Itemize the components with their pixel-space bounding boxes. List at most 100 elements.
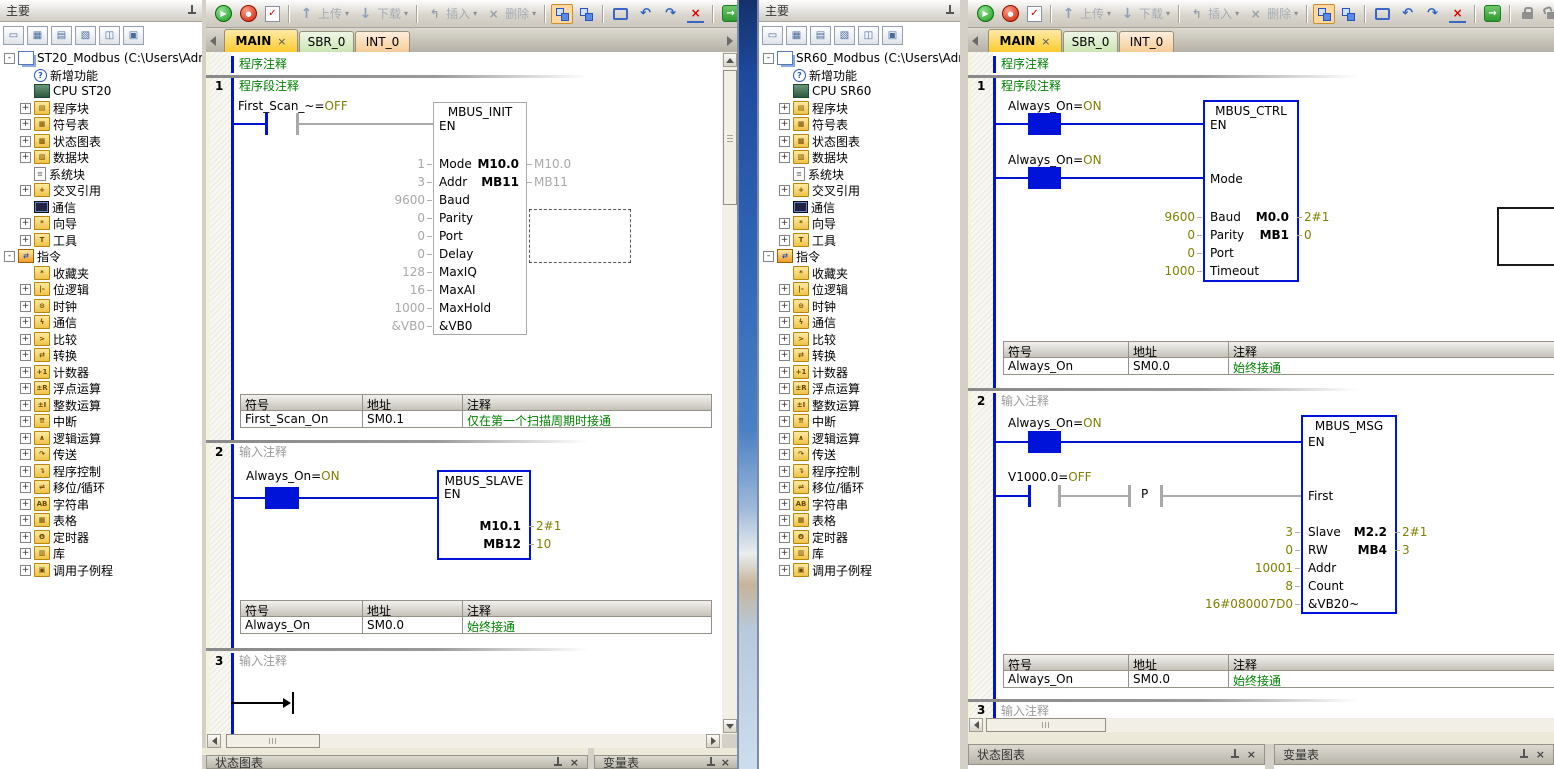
tree-item-interrupt[interactable]: +⇈中断 xyxy=(20,413,77,429)
tree-expand-toggle[interactable]: + xyxy=(20,317,31,328)
tree-expand-toggle[interactable]: + xyxy=(20,185,31,196)
tree-item-instructions[interactable]: -⇄指令 xyxy=(763,248,820,264)
tree-expand-toggle[interactable]: - xyxy=(4,53,15,64)
right-splitter[interactable] xyxy=(960,0,968,769)
unlock-button[interactable] xyxy=(1541,3,1554,25)
dropdown-arrow-icon[interactable]: ▾ xyxy=(1107,9,1111,18)
tree-expand-toggle[interactable]: + xyxy=(20,136,31,147)
tree-expand-toggle[interactable]: + xyxy=(779,185,790,196)
compile-check-button[interactable]: ✓ xyxy=(262,3,283,25)
tree-item-wizards[interactable]: +*向导 xyxy=(779,215,836,231)
tree-expand-toggle[interactable]: + xyxy=(779,103,790,114)
tree-item-float-math[interactable]: +±R浮点运算 xyxy=(20,380,101,396)
program-status-button[interactable] xyxy=(1313,4,1335,24)
tree-item-string[interactable]: +AB字符串 xyxy=(779,496,848,512)
insert-button[interactable]: ↰插入▾ xyxy=(423,2,480,25)
contact-always-on[interactable] xyxy=(1025,428,1065,456)
tree-item-tools[interactable]: +T工具 xyxy=(779,232,836,248)
pin-icon[interactable] xyxy=(1230,749,1239,760)
tree-expand-toggle[interactable]: + xyxy=(779,548,790,559)
pause-program-status-button[interactable] xyxy=(1337,4,1359,24)
tab-sbr0[interactable]: SBR_0 xyxy=(1063,31,1118,52)
close-icon[interactable]: × xyxy=(1247,748,1256,761)
nav-tool-icon-5[interactable]: ◫ xyxy=(99,26,120,45)
tree-expand-toggle[interactable]: - xyxy=(763,53,774,64)
program-status-button[interactable] xyxy=(551,4,573,24)
tree-item-program-block[interactable]: +▤程序块 xyxy=(779,100,848,116)
nav-tool-icon-2[interactable]: ▦ xyxy=(786,26,807,45)
tree-item-counters[interactable]: ++1计数器 xyxy=(20,364,89,380)
tree-item-call-subroutines[interactable]: +▣调用子例程 xyxy=(20,562,113,578)
download-button[interactable]: ↓下载▾ xyxy=(354,2,411,25)
tree-item-bit-logic[interactable]: +|-位逻辑 xyxy=(20,281,89,297)
tree-expand-toggle[interactable]: + xyxy=(20,532,31,543)
tree-item-integer-math[interactable]: +±I整数运算 xyxy=(779,397,860,413)
dropdown-arrow-icon[interactable]: ▾ xyxy=(1294,9,1298,18)
tree-item-data-block[interactable]: +▧数据块 xyxy=(779,149,848,165)
nav-tool-icon-5[interactable]: ◫ xyxy=(858,26,879,45)
tree-item-communications[interactable]: 通信 xyxy=(779,199,835,215)
tree-expand-toggle[interactable]: + xyxy=(20,350,31,361)
tab-main[interactable]: MAIN × xyxy=(224,29,298,52)
tree-item-communications[interactable]: 通信 xyxy=(20,199,76,215)
tree-item-timers[interactable]: +Θ定时器 xyxy=(779,529,848,545)
tab-sbr0[interactable]: SBR_0 xyxy=(299,31,354,52)
tree-expand-toggle[interactable]: - xyxy=(4,251,15,262)
scroll-tabs-left-icon[interactable] xyxy=(210,36,216,46)
tree-item-status-chart[interactable]: +▩状态图表 xyxy=(779,133,860,149)
nav-tool-icon-3[interactable]: ▤ xyxy=(51,26,72,45)
previous-bookmark-button[interactable]: ↶ xyxy=(634,3,657,25)
pin-icon[interactable] xyxy=(187,5,196,16)
delete-button[interactable]: ×删除▾ xyxy=(1244,2,1301,25)
tree-expand-toggle[interactable]: + xyxy=(779,383,790,394)
run-button[interactable]: ▶ xyxy=(974,2,997,25)
tree-item-instructions[interactable]: -⇄指令 xyxy=(4,248,61,264)
tree-item-project-root[interactable]: -ST20_Modbus (C:\Users\Adminis xyxy=(4,50,202,66)
tree-expand-toggle[interactable]: + xyxy=(20,218,31,229)
tree-item-string[interactable]: +AB字符串 xyxy=(20,496,89,512)
upload-button[interactable]: ↑上传▾ xyxy=(295,2,352,25)
tree-item-symbol-table[interactable]: +▦符号表 xyxy=(779,116,848,132)
bookmark-button[interactable] xyxy=(609,3,632,25)
insert-button[interactable]: ↰插入▾ xyxy=(1185,2,1242,25)
nav-tool-icon-1[interactable]: ▭ xyxy=(762,26,783,45)
tree-item-cross-reference[interactable]: ++交叉引用 xyxy=(20,182,101,198)
close-icon[interactable]: × xyxy=(721,756,730,769)
tree-item-program-control[interactable]: +↴程序控制 xyxy=(779,463,860,479)
tree-item-favorites[interactable]: *收藏夹 xyxy=(779,265,848,281)
tree-item-cross-reference[interactable]: ++交叉引用 xyxy=(779,182,860,198)
tree-expand-toggle[interactable]: + xyxy=(20,499,31,510)
tree-expand-toggle[interactable]: + xyxy=(779,433,790,444)
contact-positive-edge[interactable] xyxy=(1126,482,1166,510)
tree-expand-toggle[interactable]: + xyxy=(20,466,31,477)
tree-item-move[interactable]: +↷传送 xyxy=(779,446,836,462)
tree-expand-toggle[interactable]: + xyxy=(20,482,31,493)
selection-box[interactable] xyxy=(529,209,631,263)
tree-item-favorites[interactable]: *收藏夹 xyxy=(20,265,89,281)
tab-close-icon[interactable]: × xyxy=(277,35,286,48)
tree-item-project-root[interactable]: -SR60_Modbus (C:\Users\Adminis xyxy=(763,50,960,66)
scrollbar-thumb[interactable] xyxy=(226,734,320,748)
tree-expand-toggle[interactable]: + xyxy=(20,433,31,444)
tree-item-compare[interactable]: +>比较 xyxy=(20,331,77,347)
tree-expand-toggle[interactable]: + xyxy=(779,466,790,477)
tab-main[interactable]: MAIN × xyxy=(988,29,1062,52)
scrollbar-thumb[interactable] xyxy=(723,70,737,205)
dropdown-arrow-icon[interactable]: ▾ xyxy=(473,9,477,18)
tree-item-move[interactable]: +↷传送 xyxy=(20,446,77,462)
tree-item-timers[interactable]: +Θ定时器 xyxy=(20,529,89,545)
tree-expand-toggle[interactable]: + xyxy=(20,334,31,345)
nav-tool-icon-2[interactable]: ▦ xyxy=(27,26,48,45)
tree-expand-toggle[interactable]: + xyxy=(20,235,31,246)
tree-item-status-chart[interactable]: +▩状态图表 xyxy=(20,133,101,149)
tree-item-libraries[interactable]: +▥库 xyxy=(779,545,824,561)
nav-tool-icon-6[interactable]: ▣ xyxy=(882,26,903,45)
tree-item-clock[interactable]: +⊙时钟 xyxy=(20,298,77,314)
tree-item-wizards[interactable]: +*向导 xyxy=(20,215,77,231)
tree-expand-toggle[interactable]: + xyxy=(20,152,31,163)
tab-close-icon[interactable]: × xyxy=(1041,35,1050,48)
dropdown-arrow-icon[interactable]: ▾ xyxy=(532,9,536,18)
tree-expand-toggle[interactable]: + xyxy=(779,499,790,510)
tree-item-program-control[interactable]: +↴程序控制 xyxy=(20,463,101,479)
tree-expand-toggle[interactable]: + xyxy=(779,119,790,130)
